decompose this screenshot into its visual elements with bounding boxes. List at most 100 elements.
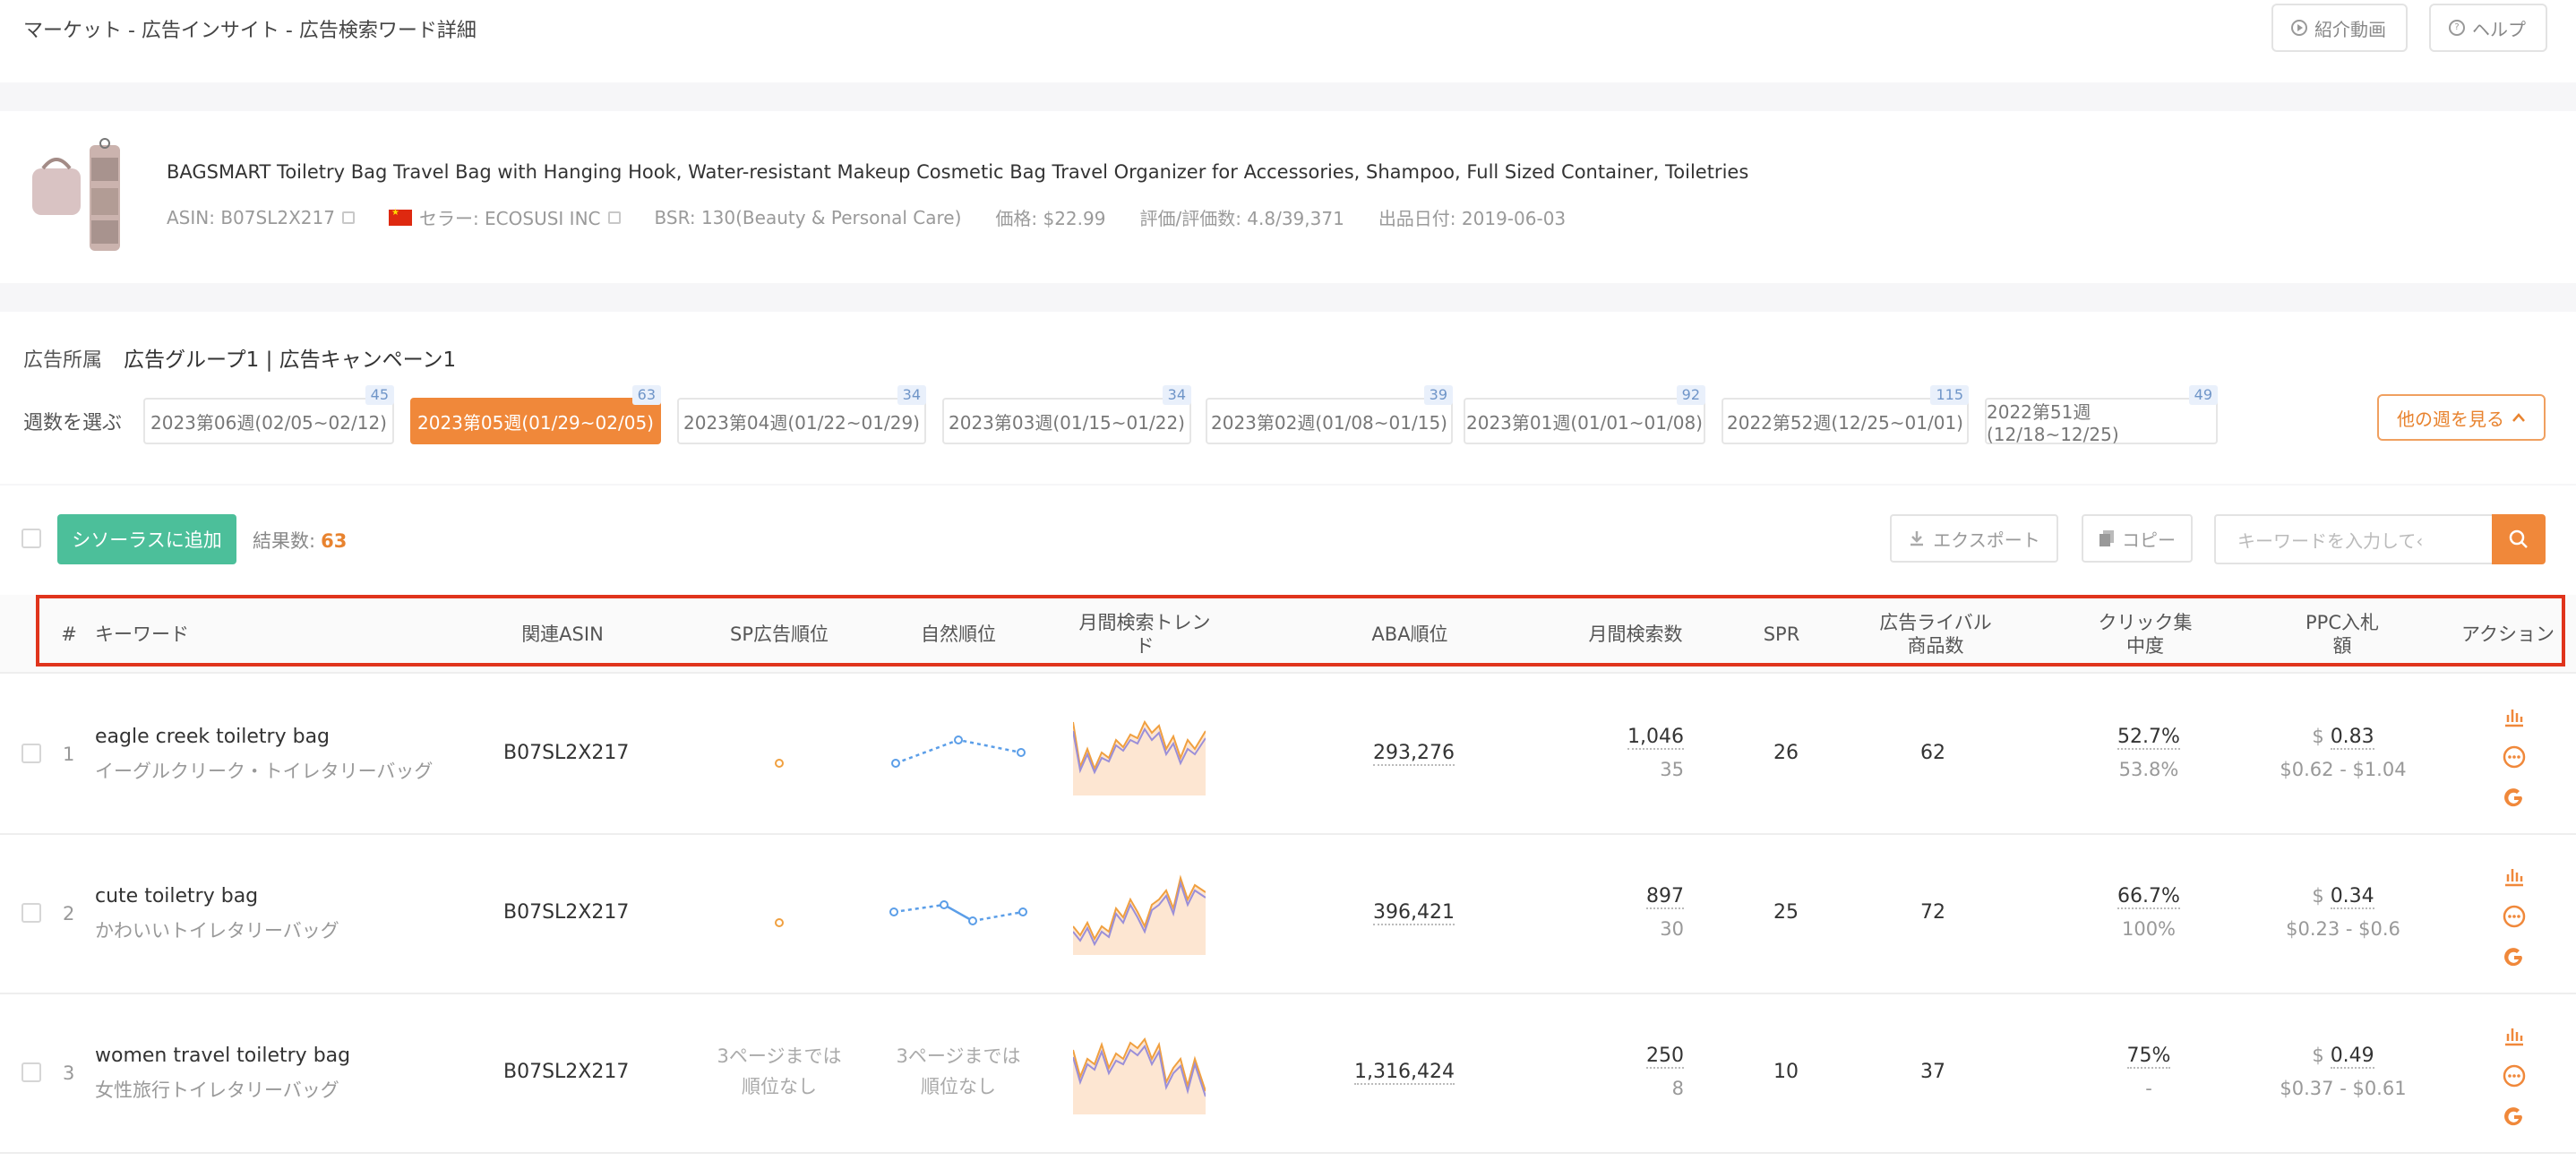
add-to-thesaurus-button[interactable]: シソーラスに追加 (57, 514, 236, 564)
aba-rank-text: 1,316,424 (1354, 1061, 1455, 1085)
monthly-trend-chart[interactable] (1073, 873, 1206, 955)
more-weeks-label: 他の週を見る (2397, 408, 2504, 430)
keyword-translation: かわいいトイレタリーバッグ (95, 920, 339, 942)
bsr-text: BSR: 130(Beauty & Personal Care) (654, 206, 962, 228)
week-button-active[interactable]: 2023第05週(01/29~02/05) 63 (410, 385, 661, 444)
week-button[interactable]: 2022第51週(12/18~12/25) 49 (1985, 385, 2218, 445)
filter-panel: 広告所属 広告グループ1 | 広告キャンペーン1 週数を選ぶ 2023第06週(… (0, 312, 2576, 484)
col-aba-rank[interactable]: ABA順位 (1356, 595, 1464, 674)
more-options-icon[interactable] (2503, 905, 2526, 928)
search-button[interactable] (2492, 514, 2546, 564)
more-options-icon[interactable] (2503, 745, 2526, 769)
google-icon[interactable] (2503, 787, 2526, 810)
asin-item[interactable]: ASIN: B07SL2X217 (167, 207, 355, 228)
keyword-text[interactable]: women travel toiletry bag (95, 1045, 350, 1067)
week-count-badge: 49 (2188, 385, 2218, 405)
bar-chart-icon[interactable] (2503, 704, 2526, 727)
click-concentration-cell: 66.7% 100% (2096, 885, 2202, 940)
ppc-currency: $ (2312, 885, 2324, 907)
ppc-currency: $ (2312, 726, 2324, 747)
table-toolbar: シソーラスに追加 結果数: 63 エクスポート コピー キーワードを入力して‹ (0, 486, 2576, 593)
col-monthly-search[interactable]: 月間検索数 (1573, 595, 1698, 674)
result-number: 63 (321, 530, 348, 552)
week-button-label: 2023第01週(01/01~01/08) (1466, 411, 1703, 434)
row-checkbox[interactable] (21, 903, 41, 923)
keyword-text[interactable]: cute toiletry bag (95, 885, 339, 907)
ppc-bid-value: 0.83 (2330, 726, 2374, 750)
click-concentration-value: 52.7% (2117, 726, 2180, 750)
external-link-icon[interactable] (341, 211, 355, 224)
click-concentration-value: 66.7% (2117, 885, 2180, 909)
product-image (32, 138, 120, 251)
product-card: BAGSMART Toiletry Bag Travel Bag with Ha… (0, 111, 2576, 283)
week-button-label: 2022第52週(12/25~01/01) (1727, 411, 1963, 434)
week-count-badge: 92 (1676, 385, 1705, 405)
china-flag-icon (388, 208, 412, 226)
week-button-label: 2023第05週(01/29~02/05) (417, 411, 654, 434)
more-weeks-button[interactable]: 他の週を見る (2377, 394, 2546, 441)
monthly-search-cell: 250 8 (1576, 1045, 1684, 1099)
col-organic-rank[interactable]: 自然順位 (905, 595, 1012, 674)
chevron-up-icon (2512, 413, 2525, 422)
ppc-currency: $ (2312, 1045, 2324, 1066)
week-button[interactable]: 2023第04週(01/22~01/29) 34 (677, 385, 926, 444)
sp-rank-dot (775, 918, 784, 927)
asin-link[interactable]: B07SL2X217 (503, 901, 629, 924)
ad-group-label: 広告所属 (23, 349, 103, 372)
click-concentration-sub: - (2145, 1078, 2152, 1099)
bar-chart-icon[interactable] (2503, 864, 2526, 887)
ad-rivals-value: 72 (1920, 901, 1945, 924)
week-button[interactable]: 2022第52週(12/25~01/01) 115 (1722, 385, 1969, 444)
select-all-checkbox[interactable] (21, 529, 41, 548)
export-button[interactable]: エクスポート (1890, 514, 2058, 563)
col-spr[interactable]: SPR (1750, 595, 1813, 674)
google-icon[interactable] (2503, 946, 2526, 969)
aba-rank-value: 1,316,424 (1344, 1061, 1455, 1085)
table-row: 3 women travel toiletry bag 女性旅行トイレタリーバッ… (0, 994, 2576, 1154)
price-text: 価格: $22.99 (995, 208, 1106, 229)
monthly-trend-chart[interactable] (1073, 1032, 1206, 1114)
week-button[interactable]: 2023第02週(01/08~01/15) 39 (1206, 385, 1453, 444)
copy-label: コピー (2122, 529, 2176, 551)
week-count-badge: 63 (631, 385, 661, 405)
copy-button[interactable]: コピー (2082, 514, 2193, 563)
sp-rank-none: 3ページまでは順位なし (717, 1045, 842, 1097)
row-index: 2 (63, 903, 75, 924)
more-options-icon[interactable] (2503, 1064, 2526, 1088)
asin-link[interactable]: B07SL2X217 (503, 1061, 629, 1083)
click-concentration-sub: 100% (2121, 918, 2177, 940)
row-checkbox[interactable] (21, 1062, 41, 1082)
week-button-label: 2023第02週(01/08~01/15) (1211, 411, 1447, 434)
aba-rank-value: 293,276 (1344, 742, 1455, 766)
col-action: アクション (2461, 624, 2555, 645)
seller-item[interactable]: セラー: ECOSUSI INC (388, 204, 621, 230)
result-count: 結果数: 63 (253, 527, 347, 554)
ppc-bid-value: 0.49 (2330, 1045, 2374, 1069)
ad-rivals-value: 62 (1920, 742, 1945, 764)
ppc-bid-range: $0.23 - $0.6 (2286, 918, 2400, 940)
week-button[interactable]: 2023第03週(01/15~01/22) 34 (942, 385, 1191, 444)
week-button-label: 2023第06週(02/05~02/12) (150, 411, 387, 434)
organic-rank-sparkline (889, 900, 1027, 925)
week-button[interactable]: 2023第06週(02/05~02/12) 45 (143, 385, 394, 444)
bar-chart-icon[interactable] (2503, 1023, 2526, 1046)
external-link-icon[interactable] (607, 211, 621, 224)
ppc-bid-cell: $ 0.49 $0.37 - $0.61 (2270, 1045, 2417, 1099)
col-sp-rank[interactable]: SP広告順位 (713, 595, 846, 674)
col-click-concentration[interactable]: クリック集中度 (2096, 595, 2194, 674)
asin-link[interactable]: B07SL2X217 (503, 742, 629, 764)
help-button[interactable]: ? ヘルプ (2429, 4, 2547, 52)
week-button[interactable]: 2023第01週(01/01~01/08) 92 (1464, 385, 1705, 444)
col-ad-rivals[interactable]: 広告ライバル商品数 (1877, 595, 1994, 674)
breadcrumb: マーケット - 広告インサイト - 広告検索ワード詳細 (23, 20, 477, 42)
keyword-search-input[interactable]: キーワードを入力して‹ (2214, 514, 2492, 564)
row-checkbox[interactable] (21, 744, 41, 763)
seller-text: セラー: ECOSUSI INC (418, 208, 601, 229)
monthly-trend-chart[interactable] (1073, 713, 1206, 796)
google-icon[interactable] (2503, 1105, 2526, 1129)
product-title[interactable]: BAGSMART Toiletry Bag Travel Bag with Ha… (167, 161, 1748, 183)
intro-video-button[interactable]: 紹介動画 (2271, 4, 2408, 52)
col-ppc-bid[interactable]: PPC入札額 (2302, 595, 2383, 674)
organic-rank-sparkline (891, 735, 1026, 768)
keyword-text[interactable]: eagle creek toiletry bag (95, 726, 433, 748)
